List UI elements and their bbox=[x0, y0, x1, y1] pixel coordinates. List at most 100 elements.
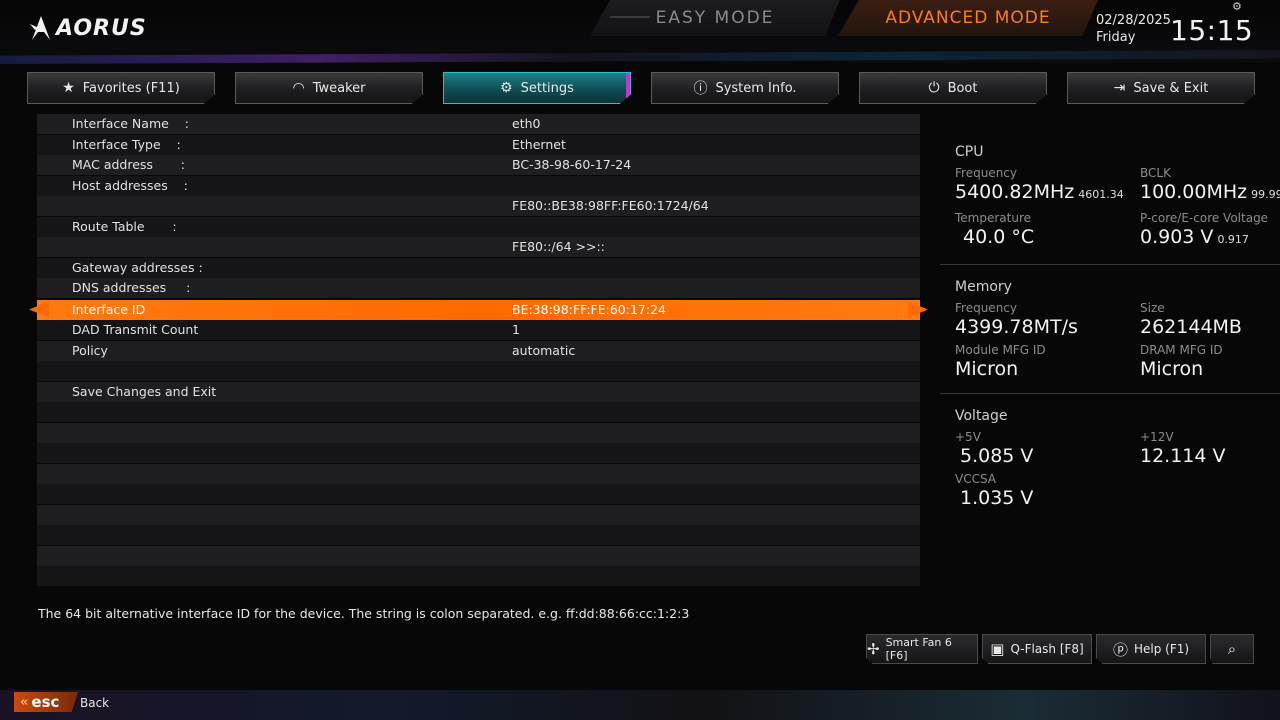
row-label: Policy bbox=[72, 342, 108, 358]
section-title: Memory bbox=[955, 279, 1012, 295]
help-button[interactable]: ⓟ Help (F1) bbox=[1096, 634, 1206, 664]
easy-mode-button[interactable]: EASY MODE bbox=[590, 0, 840, 36]
advanced-mode-label: ADVANCED MODE bbox=[885, 8, 1051, 28]
cpu-voltage: P-core/E-core Voltage 0.903 V 0.917 bbox=[1140, 211, 1280, 252]
cell-label: +5V bbox=[955, 430, 981, 444]
row-host-address-value[interactable]: FE80::BE38:98FF:FE60:1724/64 bbox=[37, 196, 920, 216]
row-interface-name[interactable]: Interface Name : eth0 bbox=[37, 114, 920, 134]
tab-label: Favorites (F11) bbox=[82, 80, 180, 96]
tab-system-info[interactable]: ⓘ System Info. bbox=[651, 72, 839, 104]
cell-subvalue: 0.917 bbox=[1217, 233, 1249, 246]
row-blank bbox=[37, 443, 920, 463]
aorus-eagle-icon bbox=[30, 14, 52, 42]
row-value: 1 bbox=[512, 322, 520, 337]
row-mac-address[interactable]: MAC address : BC-38-98-60-17-24 bbox=[37, 155, 920, 175]
row-label: Gateway addresses : bbox=[72, 259, 203, 275]
power-icon: ⏻ bbox=[928, 80, 940, 96]
settings-gear-icon[interactable]: ⚙ bbox=[1232, 0, 1242, 13]
memory-size: Size 262144MB bbox=[1140, 301, 1280, 339]
main-tabs: ★ Favorites (F11) ◠ Tweaker ⚙ Settings ⓘ… bbox=[0, 72, 1280, 104]
mode-dash bbox=[610, 16, 650, 18]
cell-value: 12.114 V bbox=[1140, 445, 1226, 467]
section-title: CPU bbox=[955, 144, 984, 160]
footer-decoration bbox=[0, 690, 1280, 720]
gear-icon: ⚙ bbox=[500, 80, 513, 96]
row-interface-id[interactable]: Interface ID BE:38:98:FF:FE:60:17:24 bbox=[29, 299, 928, 320]
settings-table: Interface Name : eth0 Interface Type : E… bbox=[29, 114, 928, 590]
row-route-table[interactable]: Route Table : bbox=[37, 216, 920, 237]
tab-settings[interactable]: ⚙ Settings bbox=[443, 72, 631, 104]
cell-label: DRAM MFG ID bbox=[1140, 343, 1223, 357]
cell-label: Frequency bbox=[955, 301, 1017, 315]
cpu-temperature: Temperature 40.0 °C bbox=[955, 211, 1140, 252]
row-dns-addresses[interactable]: DNS addresses : bbox=[37, 278, 920, 298]
row-policy[interactable]: Policy automatic bbox=[37, 340, 920, 361]
smart-fan-label: Smart Fan 6 [F6] bbox=[885, 636, 952, 662]
fan-icon: ✢ bbox=[867, 640, 880, 658]
row-route-table-value[interactable]: FE80::/64 >>:: bbox=[37, 237, 920, 257]
row-label: Interface ID bbox=[72, 301, 146, 317]
tab-tweaker[interactable]: ◠ Tweaker bbox=[235, 72, 423, 104]
row-label: Save Changes and Exit bbox=[72, 383, 217, 399]
advanced-mode-button[interactable]: ADVANCED MODE bbox=[838, 0, 1098, 36]
star-icon: ★ bbox=[62, 80, 75, 96]
dram-mfg-id: DRAM MFG ID Micron bbox=[1140, 343, 1280, 381]
logo-text: AORUS bbox=[56, 15, 147, 41]
row-value: automatic bbox=[512, 342, 576, 358]
smart-fan-button[interactable]: ✢ Smart Fan 6 [F6] bbox=[866, 634, 978, 664]
cell-value: 40.0 °C bbox=[963, 226, 1035, 248]
row-label: DNS addresses : bbox=[72, 280, 191, 295]
double-chevron-left-icon: « bbox=[20, 694, 29, 710]
qflash-button[interactable]: ▣ Q-Flash [F8] bbox=[982, 634, 1092, 664]
row-blank bbox=[37, 463, 920, 484]
tab-favorites[interactable]: ★ Favorites (F11) bbox=[27, 72, 215, 104]
cell-value: 262144MB bbox=[1140, 316, 1242, 338]
search-button[interactable]: ⌕ bbox=[1210, 634, 1254, 664]
row-blank bbox=[37, 566, 920, 586]
cell-subvalue: 4601.34 bbox=[1078, 188, 1124, 201]
cell-label: Frequency bbox=[955, 166, 1017, 180]
cpu-section: CPU Frequency 5400.82MHz 4601.34 BCLK 100… bbox=[940, 130, 1280, 264]
cell-label: VCCSA bbox=[955, 472, 997, 486]
memory-section: Memory Frequency 4399.78MT/s Size 262144… bbox=[940, 264, 1280, 393]
row-gateway-addresses[interactable]: Gateway addresses : bbox=[37, 257, 920, 278]
exit-icon: ⇥ bbox=[1113, 80, 1126, 96]
cpu-frequency: Frequency 5400.82MHz 4601.34 bbox=[955, 166, 1140, 207]
row-interface-type[interactable]: Interface Type : Ethernet bbox=[37, 134, 920, 155]
easy-mode-label: EASY MODE bbox=[655, 8, 775, 28]
cpu-bclk: BCLK 100.00MHz 99.99 bbox=[1140, 166, 1280, 207]
row-blank bbox=[37, 422, 920, 443]
qflash-label: Q-Flash [F8] bbox=[1010, 642, 1084, 656]
selection-flame-left bbox=[29, 301, 49, 318]
tab-label: Settings bbox=[520, 80, 574, 96]
tab-label: Boot bbox=[947, 80, 978, 96]
row-label: Interface Type : bbox=[72, 136, 181, 152]
item-help-text: The 64 bit alternative interface ID for … bbox=[38, 606, 690, 621]
selection-flame-right bbox=[908, 301, 928, 318]
tab-label: Tweaker bbox=[312, 80, 366, 96]
tab-save-exit[interactable]: ⇥ Save & Exit bbox=[1067, 72, 1255, 104]
row-dad-transmit-count[interactable]: DAD Transmit Count 1 bbox=[37, 320, 920, 340]
cell-label: +12V bbox=[1140, 430, 1174, 444]
cell-label: P-core/E-core Voltage bbox=[1140, 211, 1269, 225]
voltage-section: Voltage +5V 5.085 V +12V 12.114 V VCCSA … bbox=[940, 393, 1280, 522]
row-blank bbox=[37, 484, 920, 504]
tab-label: Save & Exit bbox=[1133, 80, 1209, 96]
row-blank bbox=[37, 402, 920, 422]
row-save-changes-exit[interactable]: Save Changes and Exit bbox=[37, 381, 920, 402]
info-icon: ⓘ bbox=[693, 81, 708, 97]
row-label: MAC address : bbox=[72, 157, 185, 172]
cell-value: 1.035 V bbox=[960, 487, 1034, 509]
cell-label: Size bbox=[1140, 301, 1165, 315]
cell-value: 100.00MHz bbox=[1140, 181, 1248, 203]
cell-value: Micron bbox=[955, 358, 1019, 380]
search-icon: ⌕ bbox=[1227, 640, 1237, 658]
voltage-vccsa: VCCSA 1.035 V bbox=[955, 472, 1140, 510]
esc-button[interactable]: « esc bbox=[14, 692, 78, 712]
row-host-addresses[interactable]: Host addresses : bbox=[37, 175, 920, 196]
voltage-12v: +12V 12.114 V bbox=[1140, 430, 1280, 468]
row-value: BC-38-98-60-17-24 bbox=[512, 157, 632, 172]
back-label[interactable]: Back bbox=[80, 696, 109, 710]
date-text: 02/28/2025 bbox=[1096, 13, 1171, 28]
tab-boot[interactable]: ⏻ Boot bbox=[859, 72, 1047, 104]
